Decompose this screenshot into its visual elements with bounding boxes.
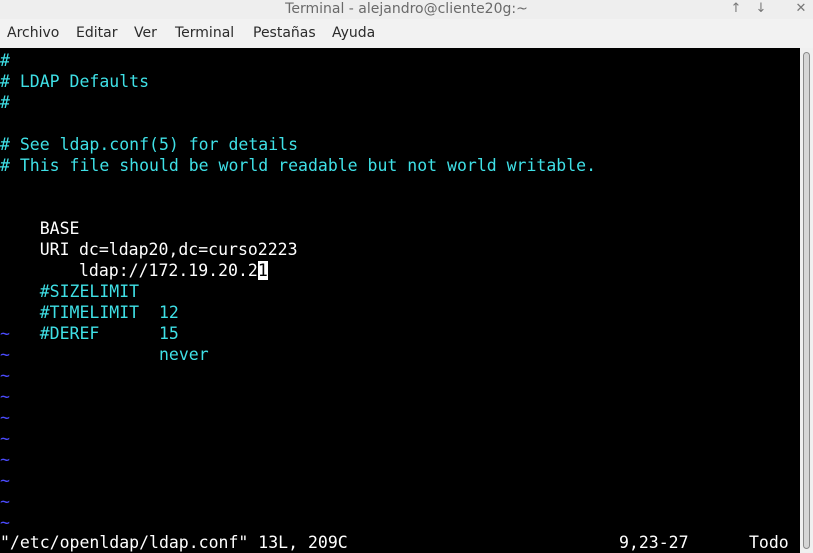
window-title: Terminal - alejandro@cliente20g:~ <box>285 1 528 17</box>
text-cursor: 1 <box>257 261 268 280</box>
status-cursor-position: 9,23-27 <box>619 533 689 552</box>
tilde-marker: ~ <box>0 492 10 511</box>
tilde-marker: ~ <box>0 513 10 532</box>
editor-line: # <box>0 51 10 70</box>
editor-line: # See ldap.conf(5) for details <box>0 135 299 154</box>
editor-line: # This file should be world readable but… <box>0 156 597 175</box>
editor-line-uri: URI ldap://172.19.20.21 <box>0 218 268 280</box>
close-button[interactable]: ✕ <box>792 0 810 19</box>
tilde-marker: ~ <box>0 408 10 427</box>
config-value: dc=ldap20,dc=curso2223 <box>79 240 298 259</box>
menu-terminal[interactable]: Terminal <box>175 19 234 48</box>
menu-ver[interactable]: Ver <box>134 19 157 48</box>
scrollbar-thumb[interactable] <box>803 52 810 549</box>
title-bar[interactable]: Terminal - alejandro@cliente20g:~ ↑ ↓ ✕ <box>0 0 813 19</box>
editor-line-sizelimit: #SIZELIMIT 12 <box>0 260 179 322</box>
editor-line: # LDAP Defaults <box>0 72 150 91</box>
editor-line-base: BASE dc=ldap20,dc=curso2223 <box>0 197 298 259</box>
config-key: #DEREF <box>39 324 100 343</box>
editor-line-deref: #DEREF never <box>0 302 209 364</box>
menu-archivo[interactable]: Archivo <box>7 19 59 48</box>
editor-line-timelimit: #TIMELIMIT 15 <box>0 281 179 343</box>
config-value: 15 <box>159 324 179 343</box>
tilde-marker: ~ <box>0 345 10 364</box>
tilde-marker: ~ <box>0 366 10 385</box>
tilde-marker: ~ <box>0 450 10 469</box>
tilde-marker: ~ <box>0 429 10 448</box>
menu-ayuda[interactable]: Ayuda <box>332 19 375 48</box>
editor-line: # <box>0 93 10 112</box>
config-value: 12 <box>159 303 179 322</box>
config-key: URI <box>39 240 70 259</box>
tilde-marker: ~ <box>0 324 10 343</box>
keep-above-button[interactable]: ↑ <box>727 0 745 19</box>
menu-bar: Archivo Editar Ver Terminal Pestañas Ayu… <box>0 19 813 48</box>
menu-editar[interactable]: Editar <box>76 19 117 48</box>
tilde-marker: ~ <box>0 471 10 490</box>
menu-pestanas[interactable]: Pestañas <box>253 19 316 48</box>
config-value: never <box>159 345 209 364</box>
status-file-info: "/etc/openldap/ldap.conf" 13L, 209C <box>0 533 348 552</box>
tilde-marker: ~ <box>0 387 10 406</box>
terminal-area[interactable]: # # LDAP Defaults # # See ldap.conf(5) f… <box>0 48 800 553</box>
keep-below-button[interactable]: ↓ <box>752 0 770 19</box>
scrollbar[interactable] <box>800 48 813 553</box>
status-scroll-indicator: Todo <box>749 533 789 552</box>
